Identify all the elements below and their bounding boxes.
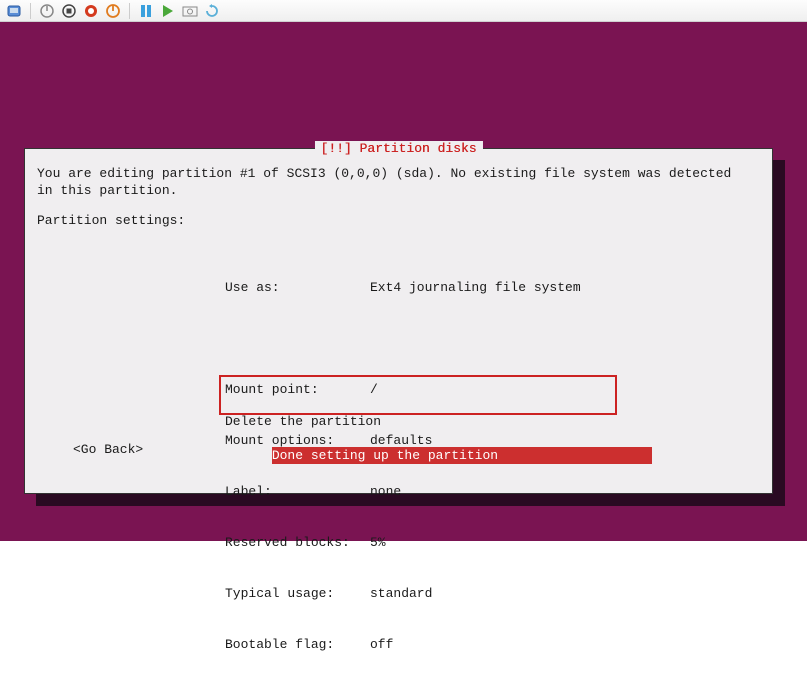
vm-toolbar	[0, 0, 807, 22]
power-icon[interactable]	[105, 3, 121, 19]
setting-label[interactable]: Label:none	[225, 483, 581, 500]
delete-partition-item[interactable]: Delete the partition	[225, 413, 652, 430]
snapshot-icon[interactable]	[182, 3, 198, 19]
power-off-icon[interactable]	[39, 3, 55, 19]
settings-header: Partition settings:	[37, 213, 185, 228]
setting-use-as[interactable]: Use as:Ext4 journaling file system	[225, 279, 581, 296]
setting-bootable-flag[interactable]: Bootable flag:off	[225, 636, 581, 653]
go-back-button[interactable]: <Go Back>	[73, 442, 143, 457]
pause-icon[interactable]	[138, 3, 154, 19]
reset-icon[interactable]	[83, 3, 99, 19]
installer-screen: [!!] Partition disks You are editing par…	[0, 22, 807, 541]
vm-icon[interactable]	[6, 3, 22, 19]
setting-typical-usage[interactable]: Typical usage:standard	[225, 585, 581, 602]
setting-reserved-blocks[interactable]: Reserved blocks:5%	[225, 534, 581, 551]
play-icon[interactable]	[160, 3, 176, 19]
revert-icon[interactable]	[204, 3, 220, 19]
partition-actions: Delete the partition Done setting up the…	[225, 379, 652, 481]
dialog-title: [!!] Partition disks	[314, 141, 482, 156]
done-partition-item[interactable]: Done setting up the partition	[272, 447, 652, 464]
partition-dialog: [!!] Partition disks You are editing par…	[24, 148, 773, 494]
stop-icon[interactable]	[61, 3, 77, 19]
dialog-description: You are editing partition #1 of SCSI3 (0…	[37, 165, 760, 199]
